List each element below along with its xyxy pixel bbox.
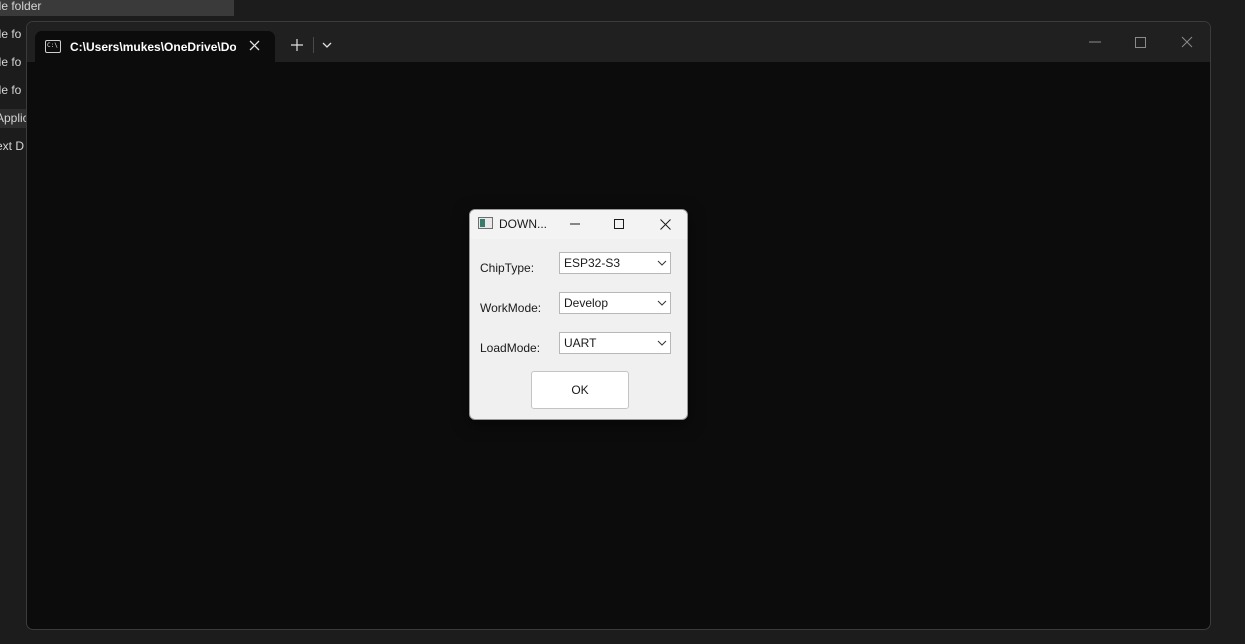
download-tool-dialog: DOWN... ChipType: ESP32-S3 WorkMode: Dev…: [469, 209, 688, 420]
minimize-button[interactable]: [1080, 30, 1110, 54]
list-item-label: ile fo: [0, 83, 22, 97]
terminal-titlebar[interactable]: C:\Users\mukes\OneDrive\Do: [27, 22, 1210, 62]
chevron-down-icon: [657, 300, 667, 306]
list-item-label: ile fo: [0, 55, 22, 69]
list-item-label: Applic: [0, 111, 27, 125]
chip-type-label: ChipType:: [480, 261, 535, 275]
chip-type-select[interactable]: ESP32-S3: [559, 252, 671, 274]
ok-button[interactable]: OK: [531, 371, 629, 409]
load-mode-value: UART: [564, 336, 597, 350]
tab-separator: [313, 37, 314, 53]
dialog-title: DOWN...: [499, 217, 547, 231]
dialog-close-button[interactable]: [654, 214, 676, 234]
list-item[interactable]: ile fo: [0, 81, 21, 100]
list-item-label: ile fo: [0, 27, 22, 41]
chevron-down-icon: [657, 260, 667, 266]
tab-title: C:\Users\mukes\OneDrive\Do: [70, 39, 236, 54]
app-icon: [478, 217, 493, 229]
tab-close-button[interactable]: [244, 39, 264, 55]
minimize-icon: [1089, 41, 1101, 43]
dialog-maximize-button[interactable]: [608, 214, 630, 234]
list-item[interactable]: Applic: [0, 109, 27, 128]
list-item-label: ext D: [0, 139, 25, 153]
plus-icon: [291, 39, 303, 51]
maximize-icon: [614, 219, 624, 229]
list-item[interactable]: ile fo: [0, 25, 21, 44]
work-mode-label: WorkMode:: [480, 301, 542, 315]
maximize-icon: [1134, 36, 1146, 48]
chip-type-value: ESP32-S3: [564, 256, 621, 270]
list-item[interactable]: ile folder: [0, 0, 234, 16]
dialog-minimize-button[interactable]: [564, 214, 586, 234]
load-mode-select[interactable]: UART: [559, 332, 671, 354]
tab-dropdown-button[interactable]: [315, 34, 339, 56]
load-mode-label: LoadMode:: [480, 341, 541, 355]
list-item[interactable]: ext D: [0, 137, 24, 156]
work-mode-select[interactable]: Develop: [559, 292, 671, 314]
close-icon: [249, 40, 259, 50]
work-mode-value: Develop: [564, 296, 609, 310]
close-icon: [1181, 36, 1193, 48]
chevron-down-icon: [657, 340, 667, 346]
window-close-button[interactable]: [1172, 30, 1202, 54]
minimize-icon: [570, 223, 580, 225]
list-item[interactable]: ile fo: [0, 53, 21, 72]
dialog-titlebar[interactable]: DOWN...: [470, 210, 687, 239]
list-item-label: ile folder: [0, 0, 42, 13]
maximize-button[interactable]: [1125, 30, 1155, 54]
close-icon: [659, 218, 671, 230]
new-tab-button[interactable]: [285, 34, 309, 56]
terminal-icon: [45, 40, 61, 53]
terminal-tab[interactable]: C:\Users\mukes\OneDrive\Do: [35, 31, 275, 62]
chevron-down-icon: [322, 42, 332, 48]
